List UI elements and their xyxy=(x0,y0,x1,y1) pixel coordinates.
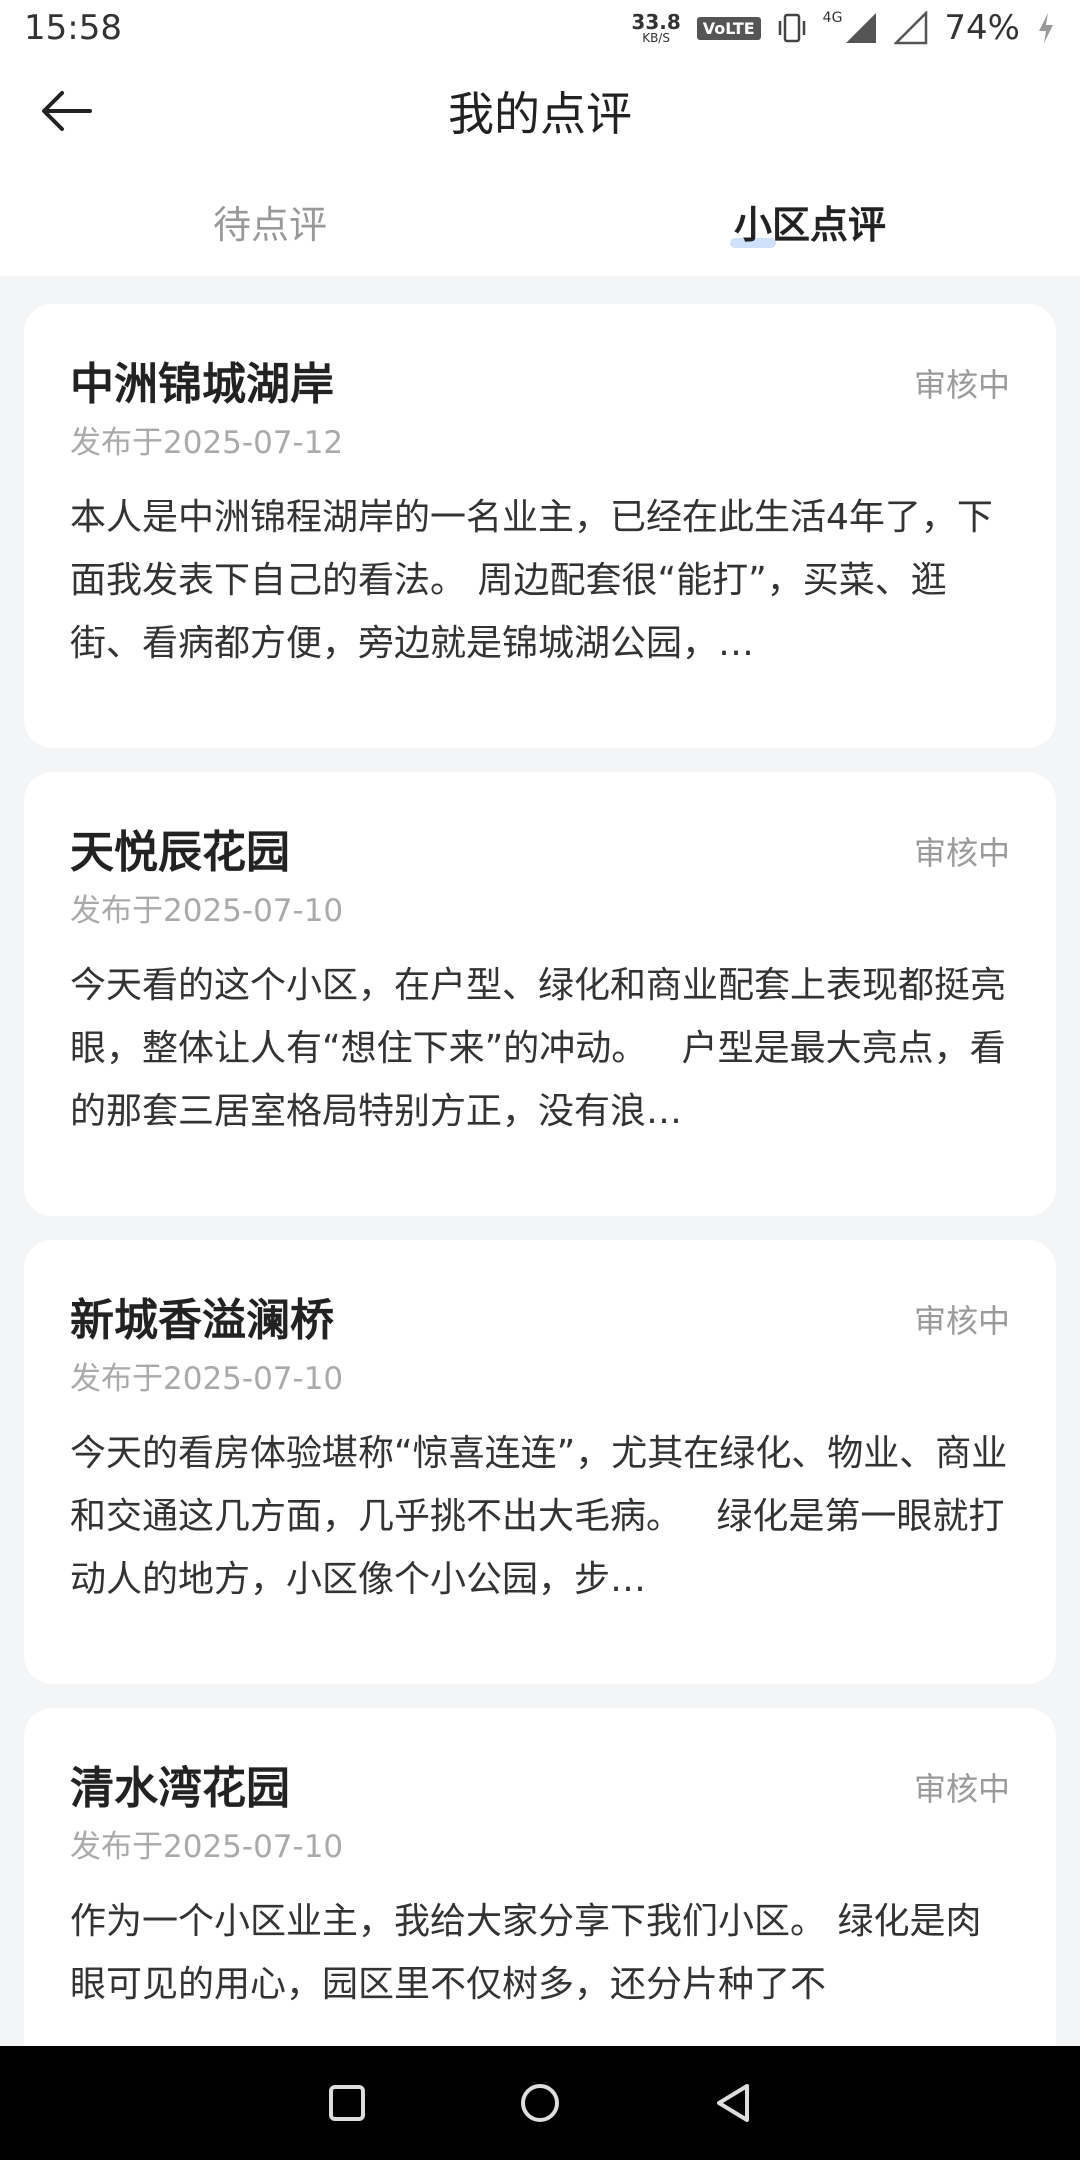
review-card-header: 中洲锦城湖岸 审核中 xyxy=(70,354,1010,416)
network-speed-value: 33.8 xyxy=(631,10,681,34)
recents-button[interactable] xyxy=(317,2073,377,2133)
charging-icon xyxy=(1039,13,1053,43)
circle-icon xyxy=(520,2084,559,2122)
publish-date: 发布于2025-07-12 xyxy=(70,425,344,461)
app-root: 15:58 33.8 KB/S VoLTE 4G 74% 我的点评 待点评 小区… xyxy=(0,0,1080,2160)
vibrate-icon xyxy=(778,13,805,43)
home-button[interactable] xyxy=(510,2073,570,2133)
status-bar: 15:58 33.8 KB/S VoLTE 4G 74% xyxy=(0,0,1080,56)
signal-strong-icon xyxy=(846,13,877,43)
tab-community-review[interactable]: 小区点评 xyxy=(540,166,1080,276)
review-content: 今天看的这个小区，在户型、绿化和商业配套上表现都挺亮眼，整体让人有“想住下来”的… xyxy=(70,965,1007,1132)
community-name: 天悦辰花园 xyxy=(70,827,290,878)
tab-pending-review[interactable]: 待点评 xyxy=(0,166,540,276)
volte-badge: VoLTE xyxy=(696,16,761,40)
review-card[interactable]: 新城香溢澜桥 审核中 发布于2025-07-10 今天的看房体验堪称“惊喜连连”… xyxy=(24,1240,1056,1684)
network-speed-unit: KB/S xyxy=(642,31,670,45)
community-name: 清水湾花园 xyxy=(70,1763,290,1814)
review-card[interactable]: 中洲锦城湖岸 审核中 发布于2025-07-12 本人是中洲锦程湖岸的一名业主，… xyxy=(24,304,1056,748)
back-button[interactable] xyxy=(32,76,102,146)
back-nav-button[interactable] xyxy=(703,2073,763,2133)
system-nav-bar xyxy=(0,2046,1080,2160)
status-badge: 审核中 xyxy=(913,1302,1010,1340)
triangle-back-icon xyxy=(717,2084,750,2122)
review-content: 本人是中洲锦程湖岸的一名业主，已经在此生活4年了，下面我发表下自己的看法。 周边… xyxy=(70,497,993,664)
status-icons: 33.8 KB/S VoLTE 4G 74% xyxy=(631,8,1056,48)
community-name: 中洲锦城湖岸 xyxy=(70,359,334,410)
review-card-header: 清水湾花园 审核中 xyxy=(70,1758,1010,1820)
review-card-header: 新城香溢澜桥 审核中 xyxy=(70,1290,1010,1352)
publish-date: 发布于2025-07-10 xyxy=(70,1829,344,1865)
status-time: 15:58 xyxy=(24,8,122,48)
status-badge: 审核中 xyxy=(913,366,1010,404)
review-content: 作为一个小区业主，我给大家分享下我们小区。 绿化是肉眼可见的用心，园区里不仅树多… xyxy=(70,1901,982,2005)
review-content: 今天的看房体验堪称“惊喜连连”，尤其在绿化、物业、商业和交通这几方面，几乎挑不出… xyxy=(70,1433,1008,1600)
page-title: 我的点评 xyxy=(448,87,632,141)
review-list: 中洲锦城湖岸 审核中 发布于2025-07-12 本人是中洲锦程湖岸的一名业主，… xyxy=(0,276,1080,2046)
header: 我的点评 xyxy=(0,56,1080,166)
tab-label: 待点评 xyxy=(212,202,327,247)
review-card-header: 天悦辰花园 审核中 xyxy=(70,822,1010,884)
tab-label: 小区点评 xyxy=(733,202,886,247)
review-card[interactable]: 天悦辰花园 审核中 发布于2025-07-10 今天看的这个小区，在户型、绿化和… xyxy=(24,772,1056,1216)
signal-weak-icon xyxy=(894,11,928,45)
publish-date: 发布于2025-07-10 xyxy=(70,893,344,929)
tab-bar: 待点评 小区点评 xyxy=(0,166,1080,276)
network-type: 4G xyxy=(822,10,843,26)
arrow-left-icon xyxy=(42,91,92,131)
network-speed: 33.8 KB/S xyxy=(631,12,680,44)
status-badge: 审核中 xyxy=(913,1770,1010,1808)
square-icon xyxy=(328,2085,365,2121)
battery-level: 74% xyxy=(944,8,1020,48)
community-name: 新城香溢澜桥 xyxy=(70,1295,334,1346)
status-badge: 审核中 xyxy=(913,834,1010,872)
signal-4g: 4G xyxy=(823,11,879,45)
review-card[interactable]: 清水湾花园 审核中 发布于2025-07-10 作为一个小区业主，我给大家分享下… xyxy=(24,1708,1056,2046)
publish-date: 发布于2025-07-10 xyxy=(70,1361,344,1397)
